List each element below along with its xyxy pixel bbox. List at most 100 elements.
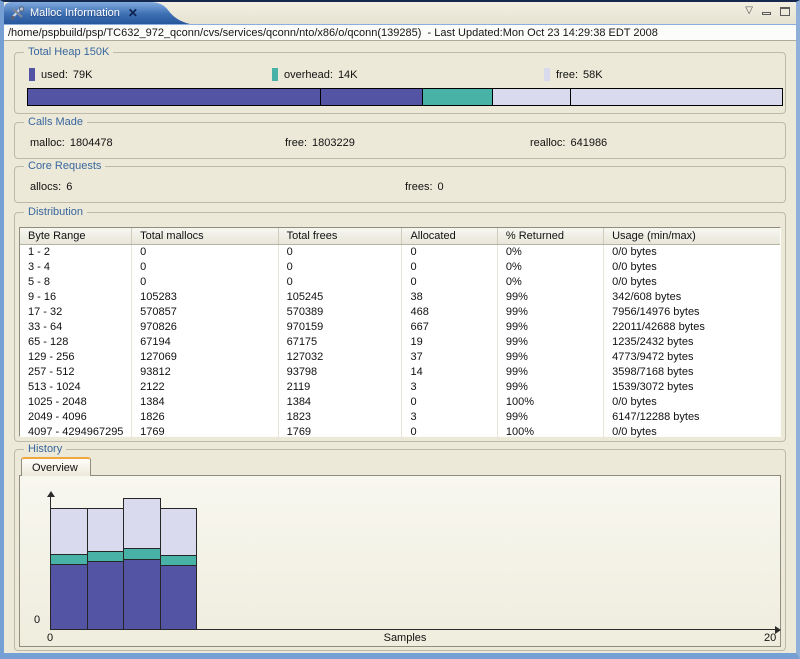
free-color-swatch: [544, 68, 550, 81]
chart-x-max-label: 20: [764, 632, 777, 644]
table-cell: 1823: [279, 410, 403, 425]
table-cell: 970826: [132, 320, 279, 335]
table-row[interactable]: 2049 - 4096 1826 1823 3 99% 6147/12288 bytes: [20, 410, 780, 425]
column-header-3[interactable]: Allocated: [402, 228, 498, 244]
table-row[interactable]: 9 - 16 105283 105245 38 99% 342/608 bytes: [20, 290, 780, 305]
tab-malloc-information[interactable]: Malloc Information ✕: [4, 2, 190, 24]
field-label: frees:: [405, 181, 433, 193]
tab-overview[interactable]: Overview: [21, 457, 91, 476]
table-cell: 0: [279, 245, 403, 260]
legend-value: 14K: [337, 68, 358, 81]
history-bar-free: [159, 507, 198, 557]
history-group: History Overview 0 0 Samples 20: [14, 443, 786, 651]
table-cell: 1235/2432 bytes: [612, 336, 694, 348]
history-bar-used: [50, 564, 88, 630]
core-requests-group: Core Requests allocs: 6 frees: 0: [14, 160, 786, 203]
column-header-0[interactable]: Byte Range: [20, 228, 133, 244]
table-row[interactable]: 4097 - 4294967295 1769 1769 0 100% 0/0 bytes: [20, 425, 780, 440]
distribution-table-body: 1 - 2 0 0 0 0% 0/0 bytes 3 - 4 0 0 0 0% 0/0 bytes 5 …: [20, 245, 780, 440]
core-frees: frees: 0: [405, 181, 444, 193]
table-cell: 3 - 4: [20, 260, 133, 275]
table-row[interactable]: 17 - 32 570857 570389 468 99% 7956/14976 byte…: [20, 305, 780, 320]
table-cell: 0%: [498, 245, 605, 260]
table-cell: 3: [402, 380, 498, 395]
table-row[interactable]: 513 - 1024 2122 2119 3 99% 1539/3072 bytes: [20, 380, 780, 395]
heap-legend-item-used: used: 79K: [29, 68, 93, 81]
calls-realloc: realloc: 641986: [530, 137, 607, 149]
field-label: malloc:: [30, 137, 65, 149]
table-cell: 513 - 1024: [20, 380, 133, 395]
table-cell: 0/0 bytes: [612, 261, 657, 273]
table-cell: 65 - 128: [20, 335, 133, 350]
main-content: Total Heap 150K used: 79K overhead: 14K free…: [4, 41, 796, 651]
table-cell: 3598/7168 bytes: [612, 366, 694, 378]
table-row[interactable]: 1 - 2 0 0 0 0% 0/0 bytes: [20, 245, 780, 260]
table-cell: 2049 - 4096: [20, 410, 133, 425]
history-bar-free: [50, 508, 88, 556]
table-row[interactable]: 129 - 256 127069 127032 37 99% 4773/9472 byte…: [20, 350, 780, 365]
table-cell: 105245: [279, 290, 403, 305]
column-header-2[interactable]: Total frees: [279, 228, 403, 244]
field-label: allocs:: [30, 181, 62, 193]
table-row[interactable]: 33 - 64 970826 970159 667 99% 22011/42688 byt…: [20, 320, 780, 335]
table-row[interactable]: 3 - 4 0 0 0 0% 0/0 bytes: [20, 260, 780, 275]
table-cell: 0: [132, 245, 279, 260]
table-cell: 1384: [279, 395, 403, 410]
table-cell: 37: [402, 350, 498, 365]
table-cell: 257 - 512: [20, 365, 133, 380]
column-header-4[interactable]: % Returned: [498, 228, 605, 244]
history-bar-overhead: [159, 555, 198, 566]
table-cell: 0: [402, 425, 498, 440]
table-cell: 67175: [279, 335, 403, 350]
field-value: 6: [66, 181, 73, 193]
total-heap-group: Total Heap 150K used: 79K overhead: 14K free…: [14, 46, 786, 114]
table-cell: 970159: [279, 320, 403, 335]
close-icon[interactable]: ✕: [128, 7, 138, 19]
minimize-icon[interactable]: [762, 12, 771, 15]
heap-segment-free: [492, 89, 782, 105]
history-title: History: [24, 443, 67, 455]
history-bar-overhead: [86, 551, 125, 562]
maximize-icon[interactable]: [780, 6, 790, 16]
legend-label: used:: [41, 68, 68, 81]
history-bar-free: [86, 507, 125, 553]
tab-title: Malloc Information: [30, 7, 120, 19]
table-cell: 0/0 bytes: [612, 276, 657, 288]
chart-x-axis-label: Samples: [383, 632, 427, 644]
table-cell: 38: [402, 290, 498, 305]
column-header-1[interactable]: Total mallocs: [132, 228, 279, 244]
table-cell: 99%: [498, 380, 605, 395]
table-cell: 1769: [132, 425, 279, 440]
table-row[interactable]: 5 - 8 0 0 0 0% 0/0 bytes: [20, 275, 780, 290]
legend-value: 58K: [583, 68, 603, 81]
table-cell: 0: [279, 260, 403, 275]
table-cell: 2122: [132, 380, 279, 395]
table-cell: 0%: [498, 275, 605, 290]
table-cell: 0/0 bytes: [612, 396, 657, 408]
view-toolbar: ▽: [745, 6, 790, 16]
view-menu-icon[interactable]: ▽: [745, 6, 753, 16]
field-value: 641986: [570, 137, 608, 149]
table-cell: 99%: [498, 320, 605, 335]
history-bar-overhead: [123, 548, 161, 561]
table-cell: 342/608 bytes: [612, 291, 682, 303]
table-row[interactable]: 65 - 128 67194 67175 19 99% 1235/2432 bytes: [20, 335, 780, 350]
legend-label: free:: [556, 68, 579, 81]
table-cell: 667: [402, 320, 498, 335]
core-requests-fields: allocs: 6 frees: 0: [15, 181, 785, 197]
column-header-5[interactable]: Usage (min/max): [604, 228, 780, 244]
table-cell: 0: [402, 260, 498, 275]
used-color-swatch: [29, 68, 35, 81]
table-cell: 93798: [279, 365, 403, 380]
table-row[interactable]: 257 - 512 93812 93798 14 99% 3598/7168 bytes: [20, 365, 780, 380]
table-cell: 9 - 16: [20, 290, 133, 305]
table-cell: 127032: [279, 350, 403, 365]
table-cell: 4097 - 4294967295: [20, 425, 133, 440]
table-cell: 1384: [132, 395, 279, 410]
table-cell: 0/0 bytes: [612, 426, 657, 438]
table-cell: 5 - 8: [20, 275, 133, 290]
table-cell: 4773/9472 bytes: [612, 351, 694, 363]
legend-label: overhead:: [284, 68, 333, 81]
table-cell: 7956/14976 bytes: [612, 306, 700, 318]
table-row[interactable]: 1025 - 2048 1384 1384 0 100% 0/0 bytes: [20, 395, 780, 410]
